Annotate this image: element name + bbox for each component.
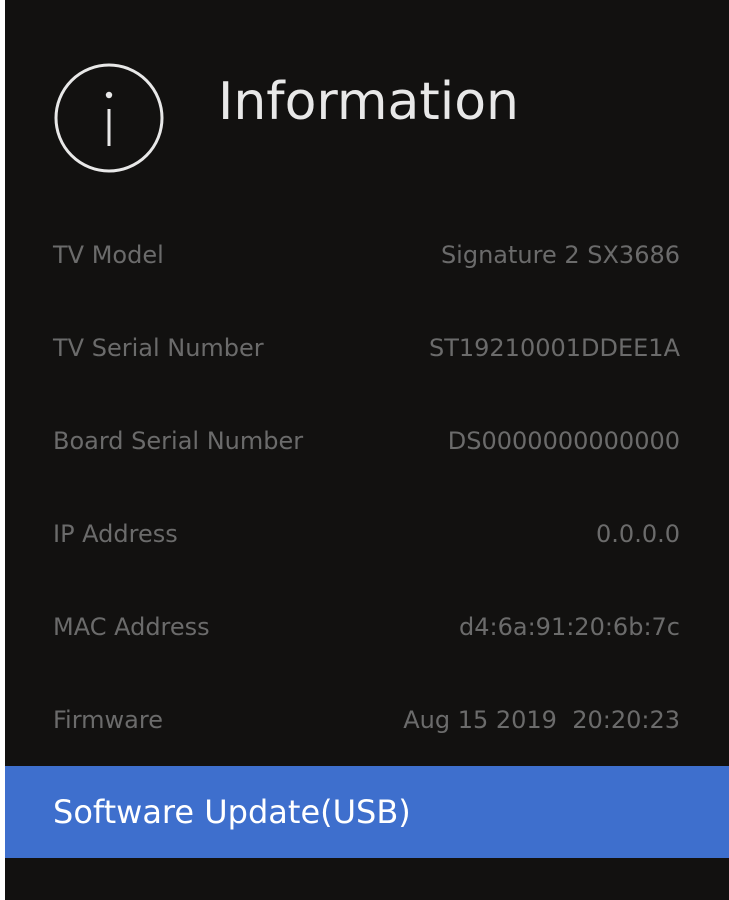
information-panel: Information TV Model Signature 2 SX3686 … [5,0,729,900]
info-label: IP Address [53,520,178,548]
info-value: d4:6a:91:20:6b:7c [459,613,680,641]
info-row-board-serial-number: Board Serial Number DS0000000000000 [5,394,729,487]
software-update-menu-item[interactable]: Software Update(USB) [5,766,729,858]
info-row-tv-model: TV Model Signature 2 SX3686 [5,208,729,301]
info-list: TV Model Signature 2 SX3686 TV Serial Nu… [5,208,729,766]
info-label: TV Model [53,241,164,269]
info-row-mac-address: MAC Address d4:6a:91:20:6b:7c [5,580,729,673]
info-row-tv-serial-number: TV Serial Number ST19210001DDEE1A [5,301,729,394]
info-label: TV Serial Number [53,334,264,362]
info-label: Firmware [53,706,163,734]
software-update-label: Software Update(USB) [53,793,411,831]
info-value: Aug 15 2019 20:20:23 [403,706,680,734]
info-value: 0.0.0.0 [596,520,680,548]
info-value: Signature 2 SX3686 [440,241,680,269]
info-label: Board Serial Number [53,427,304,455]
info-row-ip-address: IP Address 0.0.0.0 [5,487,729,580]
info-label: MAC Address [53,613,210,641]
page-title: Information [218,72,520,132]
info-icon [53,62,165,174]
header: Information [5,0,729,205]
info-value: ST19210001DDEE1A [428,334,680,362]
info-value: DS0000000000000 [447,427,680,455]
info-row-firmware: Firmware Aug 15 2019 20:20:23 [5,673,729,766]
